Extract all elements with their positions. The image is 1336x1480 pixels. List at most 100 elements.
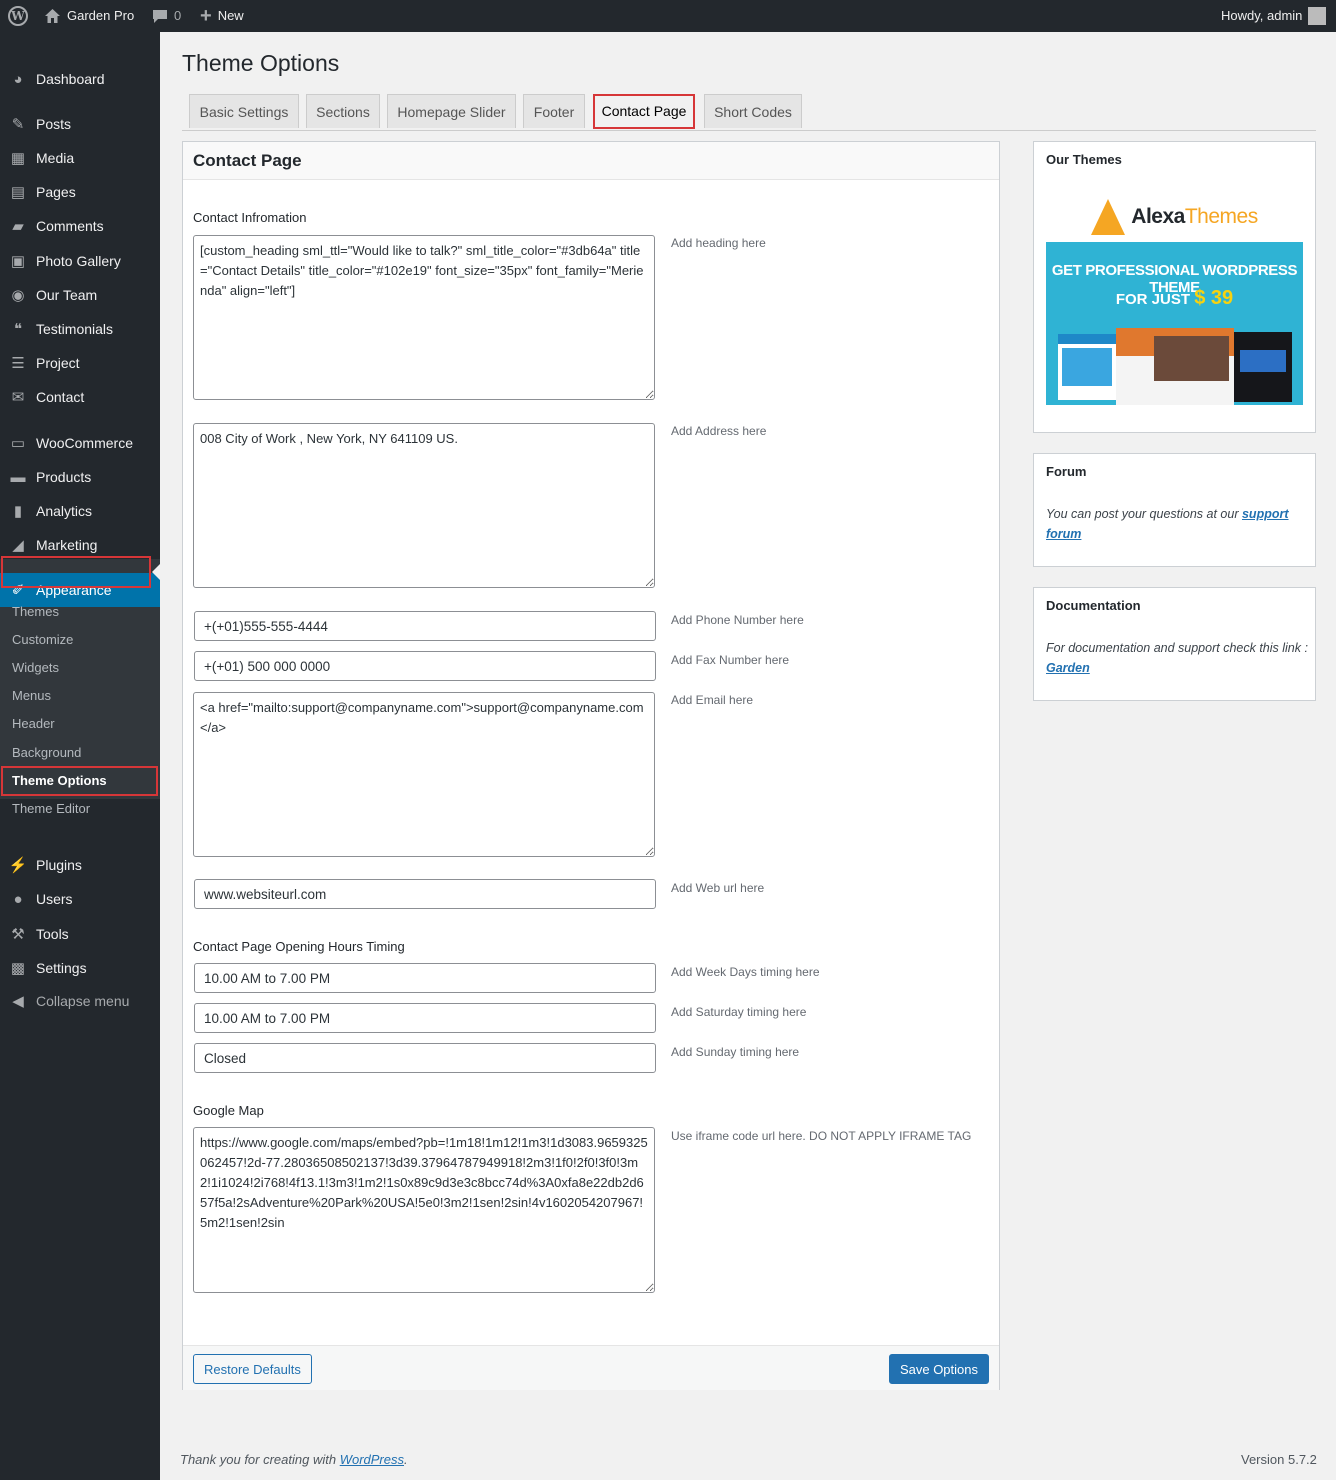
phone-input[interactable] — [194, 611, 656, 641]
sidebar-item-woocommerce[interactable]: ▭ WooCommerce — [0, 426, 160, 460]
sidebar-item-collapse-menu[interactable]: ◀ Collapse menu — [0, 984, 160, 1018]
sidebar-item-media[interactable]: ▦ Media — [0, 141, 160, 175]
documentation-title: Documentation — [1046, 598, 1141, 613]
tab-footer[interactable]: Footer — [523, 94, 585, 128]
avatar — [1308, 7, 1327, 25]
sidebar-item-label: Project — [36, 355, 80, 371]
comment-icon — [153, 9, 167, 23]
web-url-input[interactable] — [194, 879, 656, 909]
sidebar-item-pages[interactable]: ▤ Pages — [0, 175, 160, 209]
sidebar-item-dashboard[interactable]: ◕ Dashboard — [0, 62, 160, 96]
weekdays-timing-input[interactable] — [194, 963, 656, 993]
saturday-hint: Add Saturday timing here — [671, 1005, 807, 1019]
fax-input[interactable] — [194, 651, 656, 681]
documentation-description: For documentation and support check this… — [1046, 641, 1308, 655]
google-map-textarea[interactable]: https://www.google.com/maps/embed?pb=!1m… — [193, 1127, 655, 1293]
promo-price: $ 39 — [1194, 287, 1234, 309]
google-map-hint: Use iframe code url here. DO NOT APPLY I… — [671, 1129, 972, 1143]
sidebar-item-label: Media — [36, 150, 75, 166]
sidebar-item-contact[interactable]: ✉ Contact — [0, 380, 160, 414]
sidebar-item-users[interactable]: ● Users — [0, 882, 160, 916]
sidebar-item-label: Settings — [36, 960, 87, 976]
submenu-item-menus[interactable]: Menus — [0, 683, 160, 709]
submenu-item-themes[interactable]: Themes — [0, 599, 160, 625]
our-themes-box: Our Themes AlexaThemes GET PROFESSIONAL … — [1033, 141, 1316, 433]
sidebar-item-label: Analytics — [36, 503, 93, 519]
sidebar-item-posts[interactable]: ✎ Posts — [0, 107, 160, 141]
submenu-item-customize[interactable]: Customize — [0, 627, 160, 653]
panel-header: Contact Page — [183, 142, 999, 180]
home-icon — [45, 9, 60, 23]
submenu-item-header[interactable]: Header — [0, 711, 160, 737]
media-icon: ▦ — [10, 150, 26, 167]
options-tabs: Basic Settings Sections Homepage Slider … — [182, 94, 1316, 131]
quote-icon: ❝ — [13, 321, 23, 338]
plug-icon: ⚡ — [8, 857, 28, 874]
submenu-item-background[interactable]: Background — [0, 740, 160, 766]
fax-hint: Add Fax Number here — [671, 653, 790, 667]
tab-short-codes[interactable]: Short Codes — [704, 94, 802, 128]
sidebar-item-analytics[interactable]: ▮ Analytics — [0, 494, 160, 528]
promo-price-line: FOR JUST $ 39 — [1046, 287, 1303, 310]
brand-accent: Themes — [1184, 205, 1258, 228]
wordpress-logo-button[interactable]: W — [8, 0, 28, 32]
submenu-item-theme-options[interactable]: Theme Options — [0, 768, 160, 794]
site-name: Garden Pro — [67, 8, 135, 23]
sidebar-item-label: Appearance — [36, 582, 112, 598]
my-account-link[interactable]: Howdy, admin — [1221, 0, 1327, 32]
sidebar-item-comments[interactable]: ▰ Comments — [0, 209, 160, 243]
tab-sections[interactable]: Sections — [306, 94, 380, 128]
tab-contact-page[interactable]: Contact Page — [593, 94, 695, 129]
dashboard-icon: ◕ — [13, 70, 23, 88]
sidebar-item-label: Collapse menu — [36, 993, 130, 1009]
sidebar-item-label: Marketing — [36, 537, 98, 553]
sidebar-item-label: Users — [36, 891, 73, 907]
opening-hours-label: Contact Page Opening Hours Timing — [193, 939, 405, 954]
submenu-item-theme-editor[interactable]: Theme Editor — [0, 796, 160, 822]
sidebar-item-products[interactable]: ▬ Products — [0, 460, 160, 494]
email-textarea[interactable]: <a href="mailto:support@companyname.com"… — [193, 692, 655, 857]
wordpress-link[interactable]: WordPress — [340, 1452, 404, 1467]
footer-thanks: Thank you for creating with WordPress. — [180, 1452, 408, 1467]
theme-screenshot — [1058, 334, 1116, 400]
submenu-item-widgets[interactable]: Widgets — [0, 655, 160, 681]
sidebar-item-label: Products — [36, 469, 92, 485]
comments-count: 0 — [174, 8, 182, 23]
sidebar-item-testimonials[interactable]: ❝ Testimonials — [0, 312, 160, 346]
site-name-link[interactable]: Garden Pro — [44, 0, 134, 32]
sidebar-item-our-team[interactable]: ◉ Our Team — [0, 278, 160, 312]
forum-description: You can post your questions at our — [1046, 507, 1239, 521]
panel-footer: Restore Defaults Save Options — [183, 1345, 999, 1390]
sidebar-item-plugins[interactable]: ⚡ Plugins — [0, 848, 160, 882]
bar-chart-icon: ▮ — [13, 503, 23, 520]
sidebar-item-label: Pages — [36, 184, 76, 200]
sidebar-item-project[interactable]: ☰ Project — [0, 346, 160, 380]
sidebar-item-marketing[interactable]: ◢ Marketing — [0, 528, 160, 562]
archive-icon: ▬ — [10, 468, 26, 486]
garden-docs-link[interactable]: Garden — [1046, 661, 1090, 675]
restore-defaults-button[interactable]: Restore Defaults — [193, 1354, 312, 1384]
forum-text: You can post your questions at our suppo… — [1046, 504, 1306, 544]
save-options-button[interactable]: Save Options — [888, 1354, 989, 1384]
wordpress-icon: W — [8, 6, 28, 26]
comment-icon: ▰ — [12, 218, 24, 235]
address-textarea[interactable]: 008 City of Work , New York, NY 641109 U… — [193, 423, 655, 588]
new-label: New — [217, 8, 244, 23]
sidebar-item-tools[interactable]: ⚒ Tools — [0, 917, 160, 951]
new-content-link[interactable]: + New — [200, 0, 244, 32]
sidebar-item-photo-gallery[interactable]: ▣ Photo Gallery — [0, 244, 160, 278]
tab-basic-settings[interactable]: Basic Settings — [189, 94, 299, 128]
sidebar-item-label: Photo Gallery — [36, 253, 121, 269]
google-map-label: Google Map — [193, 1103, 264, 1118]
tab-homepage-slider[interactable]: Homepage Slider — [387, 94, 516, 128]
sidebar-item-settings[interactable]: ▩ Settings — [0, 951, 160, 985]
saturday-timing-input[interactable] — [194, 1003, 656, 1033]
sunday-timing-input[interactable] — [194, 1043, 656, 1073]
brush-icon: ✐ — [11, 582, 25, 599]
heading-textarea[interactable]: [custom_heading sml_ttl="Would like to t… — [193, 235, 655, 400]
sidebar-item-label: Tools — [36, 926, 69, 942]
comments-link[interactable]: 0 — [152, 0, 181, 32]
forum-title: Forum — [1046, 464, 1087, 479]
alexa-themes-promo[interactable]: AlexaThemes GET PROFESSIONAL WORDPRESS T… — [1046, 182, 1303, 407]
list-icon: ☰ — [11, 355, 25, 372]
